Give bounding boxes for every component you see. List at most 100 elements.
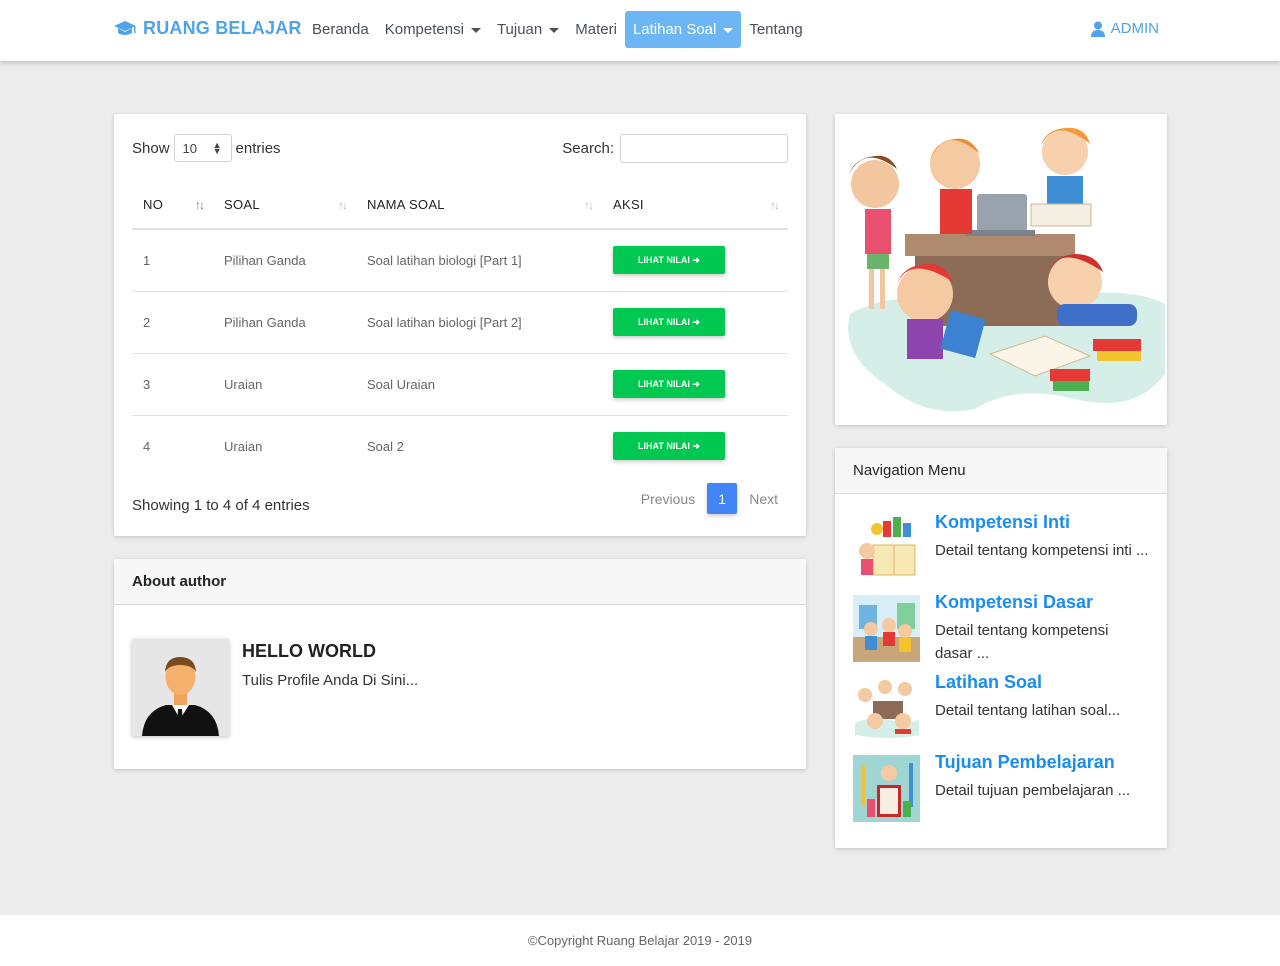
- page-length-select[interactable]: 10 ▲ ▼: [173, 134, 232, 162]
- nav-entry-title[interactable]: Kompetensi Dasar: [935, 592, 1093, 613]
- lihat-nilai-button[interactable]: LIHAT NILAI ➜: [613, 308, 725, 336]
- cell-soal: Pilihan Ganda: [213, 229, 356, 292]
- caret-down-icon: [470, 27, 481, 33]
- column-header-aksi[interactable]: AKSI ↑↓: [602, 180, 788, 230]
- nav-label: Beranda: [312, 21, 369, 38]
- navigation-menu-card: Navigation Menu Kompetensi Inti Detail t…: [835, 448, 1167, 848]
- page-1-button[interactable]: 1: [707, 483, 738, 514]
- nav-entry-title[interactable]: Kompetensi Inti: [935, 512, 1070, 533]
- nav-entry-latihan-soal[interactable]: Latihan Soal Detail tentang latihan soal…: [853, 672, 1149, 752]
- navigation-list: Kompetensi Inti Detail tentang kompetens…: [853, 512, 1149, 832]
- show-label: Show: [132, 139, 170, 157]
- cell-soal: Uraian: [224, 438, 263, 454]
- nav-entry-kompetensi-dasar[interactable]: Kompetensi Dasar Detail tentang kompeten…: [853, 592, 1149, 672]
- caret-down-icon: [549, 27, 560, 33]
- user-menu[interactable]: ADMIN: [1090, 20, 1159, 37]
- search-input[interactable]: [620, 133, 788, 163]
- nav-kompetensi-dropdown[interactable]: Kompetensi: [377, 11, 489, 48]
- table-info: Showing 1 to 4 of 4 entries: [132, 497, 310, 514]
- latihan-soal-thumbnail: [853, 675, 920, 742]
- table-row: 4 Uraian Soal 2 LIHAT NILAI ➜: [132, 415, 788, 477]
- nav-entry-description: Detail tentang kompetensi inti ...: [935, 542, 1149, 559]
- lihat-nilai-button[interactable]: LIHAT NILAI ➜: [613, 432, 725, 461]
- nav-entry-description: Detail tentang kompetensi dasar ...: [935, 622, 1109, 662]
- arrow-right-icon: ➜: [692, 316, 700, 327]
- cell-nama-soal: Soal latihan biologi [Part 1]: [356, 229, 602, 292]
- cell-nama-soal: Soal latihan biologi [Part 2]: [356, 291, 602, 354]
- table-row: 2 Pilihan Ganda Soal latihan biologi [Pa…: [132, 291, 788, 354]
- cell-no: 1: [132, 229, 213, 292]
- top-navbar: RUANG BELAJAR Beranda Kompetensi Tujuan …: [0, 0, 1280, 61]
- soal-table: NO ↑↓ SOAL ↑↓ NAMA SOAL ↑↓ AKSI ↑↓ 1 Pilihan…: [132, 180, 788, 477]
- cell-no: 4: [143, 438, 151, 454]
- table-row: 3 Uraian Soal Uraian LIHAT NILAI ➜: [132, 353, 788, 416]
- page-length-value: 10: [182, 140, 197, 156]
- nav-beranda[interactable]: Beranda: [304, 11, 377, 48]
- lihat-nilai-button[interactable]: LIHAT NILAI ➜: [613, 246, 725, 275]
- button-label: LIHAT NILAI: [638, 255, 690, 266]
- cell-no: 2: [132, 291, 213, 354]
- kompetensi-dasar-thumbnail: [853, 595, 920, 662]
- button-label: LIHAT NILAI: [638, 441, 690, 452]
- kompetensi-inti-thumbnail: [853, 515, 920, 582]
- arrow-right-icon: ➜: [692, 254, 700, 265]
- cell-aksi: LIHAT NILAI ➜: [602, 353, 788, 416]
- author-name: HELLO WORLD: [242, 641, 376, 661]
- table-controls: Show 10 ▲ ▼ entries Search:: [132, 133, 788, 163]
- soal-table-card: Show 10 ▲ ▼ entries Search: NO ↑↓ SOAL ↑↓ N…: [114, 114, 806, 536]
- column-header-no[interactable]: NO ↑↓: [132, 180, 213, 230]
- column-label: NAMA SOAL: [367, 196, 445, 212]
- sort-icon: ↑↓: [195, 198, 205, 212]
- brand-name: RUANG BELAJAR: [143, 18, 302, 38]
- nav-tentang[interactable]: Tentang: [741, 11, 810, 48]
- nav-label: Materi: [575, 21, 617, 38]
- nav-entry-tujuan-pembelajaran[interactable]: Tujuan Pembelajaran Detail tujuan pembel…: [853, 752, 1149, 832]
- column-label: NO: [143, 196, 164, 212]
- arrow-right-icon: ➜: [692, 378, 700, 389]
- next-page-button[interactable]: Next: [739, 491, 788, 507]
- page-length-control: Show 10 ▲ ▼ entries: [132, 133, 281, 163]
- column-header-soal[interactable]: SOAL ↑↓: [213, 180, 356, 230]
- sort-icon: ↑↓: [338, 198, 348, 212]
- nav-entry-title[interactable]: Tujuan Pembelajaran: [935, 752, 1115, 773]
- nav-materi[interactable]: Materi: [567, 11, 625, 48]
- graduation-cap-icon: [114, 20, 136, 35]
- nav-entry-kompetensi-inti[interactable]: Kompetensi Inti Detail tentang kompetens…: [853, 512, 1149, 592]
- caret-down-icon: [723, 27, 734, 33]
- user-name: ADMIN: [1110, 20, 1159, 37]
- brand-logo[interactable]: RUANG BELAJAR: [113, 18, 302, 39]
- cell-aksi: LIHAT NILAI ➜: [602, 415, 788, 477]
- cell-nama-soal: Soal 2: [367, 438, 404, 454]
- cell-aksi: LIHAT NILAI ➜: [602, 229, 788, 292]
- search-control: Search:: [562, 133, 788, 163]
- card-header: About author: [114, 559, 806, 605]
- nav-label: Latihan Soal: [632, 21, 717, 38]
- nav-entry-title[interactable]: Latihan Soal: [935, 672, 1042, 693]
- table-header-row: NO ↑↓ SOAL ↑↓ NAMA SOAL ↑↓ AKSI ↑↓: [132, 180, 788, 230]
- column-header-nama-soal[interactable]: NAMA SOAL ↑↓: [356, 180, 602, 230]
- pagination: Previous 1 Next: [631, 483, 788, 514]
- entries-label: entries: [235, 139, 281, 157]
- nav-entry-description: Detail tentang latihan soal...: [935, 702, 1121, 719]
- card-header: Navigation Menu: [835, 448, 1167, 494]
- user-icon: [1090, 21, 1105, 37]
- nav-latihan-soal-dropdown[interactable]: Latihan Soal: [624, 11, 742, 48]
- button-label: LIHAT NILAI: [638, 317, 690, 327]
- button-label: LIHAT NILAI: [638, 379, 690, 389]
- author-avatar: [132, 639, 229, 736]
- cell-soal: Pilihan Ganda: [213, 291, 356, 354]
- column-label: SOAL: [224, 196, 260, 212]
- nav-label: Kompetensi: [384, 21, 464, 38]
- cell-aksi: LIHAT NILAI ➜: [602, 291, 788, 354]
- about-author-card: About author HELLO WORLD Tulis Profile A…: [114, 559, 806, 769]
- arrow-right-icon: ➜: [692, 440, 700, 451]
- nav-tujuan-dropdown[interactable]: Tujuan: [489, 11, 567, 48]
- lihat-nilai-button[interactable]: LIHAT NILAI ➜: [613, 370, 725, 398]
- sort-icon: ↑↓: [770, 198, 780, 212]
- children-studying-illustration: [835, 114, 1167, 425]
- sort-icon: ↑↓: [584, 198, 594, 212]
- previous-page-button[interactable]: Previous: [631, 491, 705, 507]
- select-arrows-icon: ▲ ▼: [212, 140, 222, 156]
- illustration-card: [835, 114, 1167, 425]
- author-description: Tulis Profile Anda Di Sini...: [242, 672, 419, 689]
